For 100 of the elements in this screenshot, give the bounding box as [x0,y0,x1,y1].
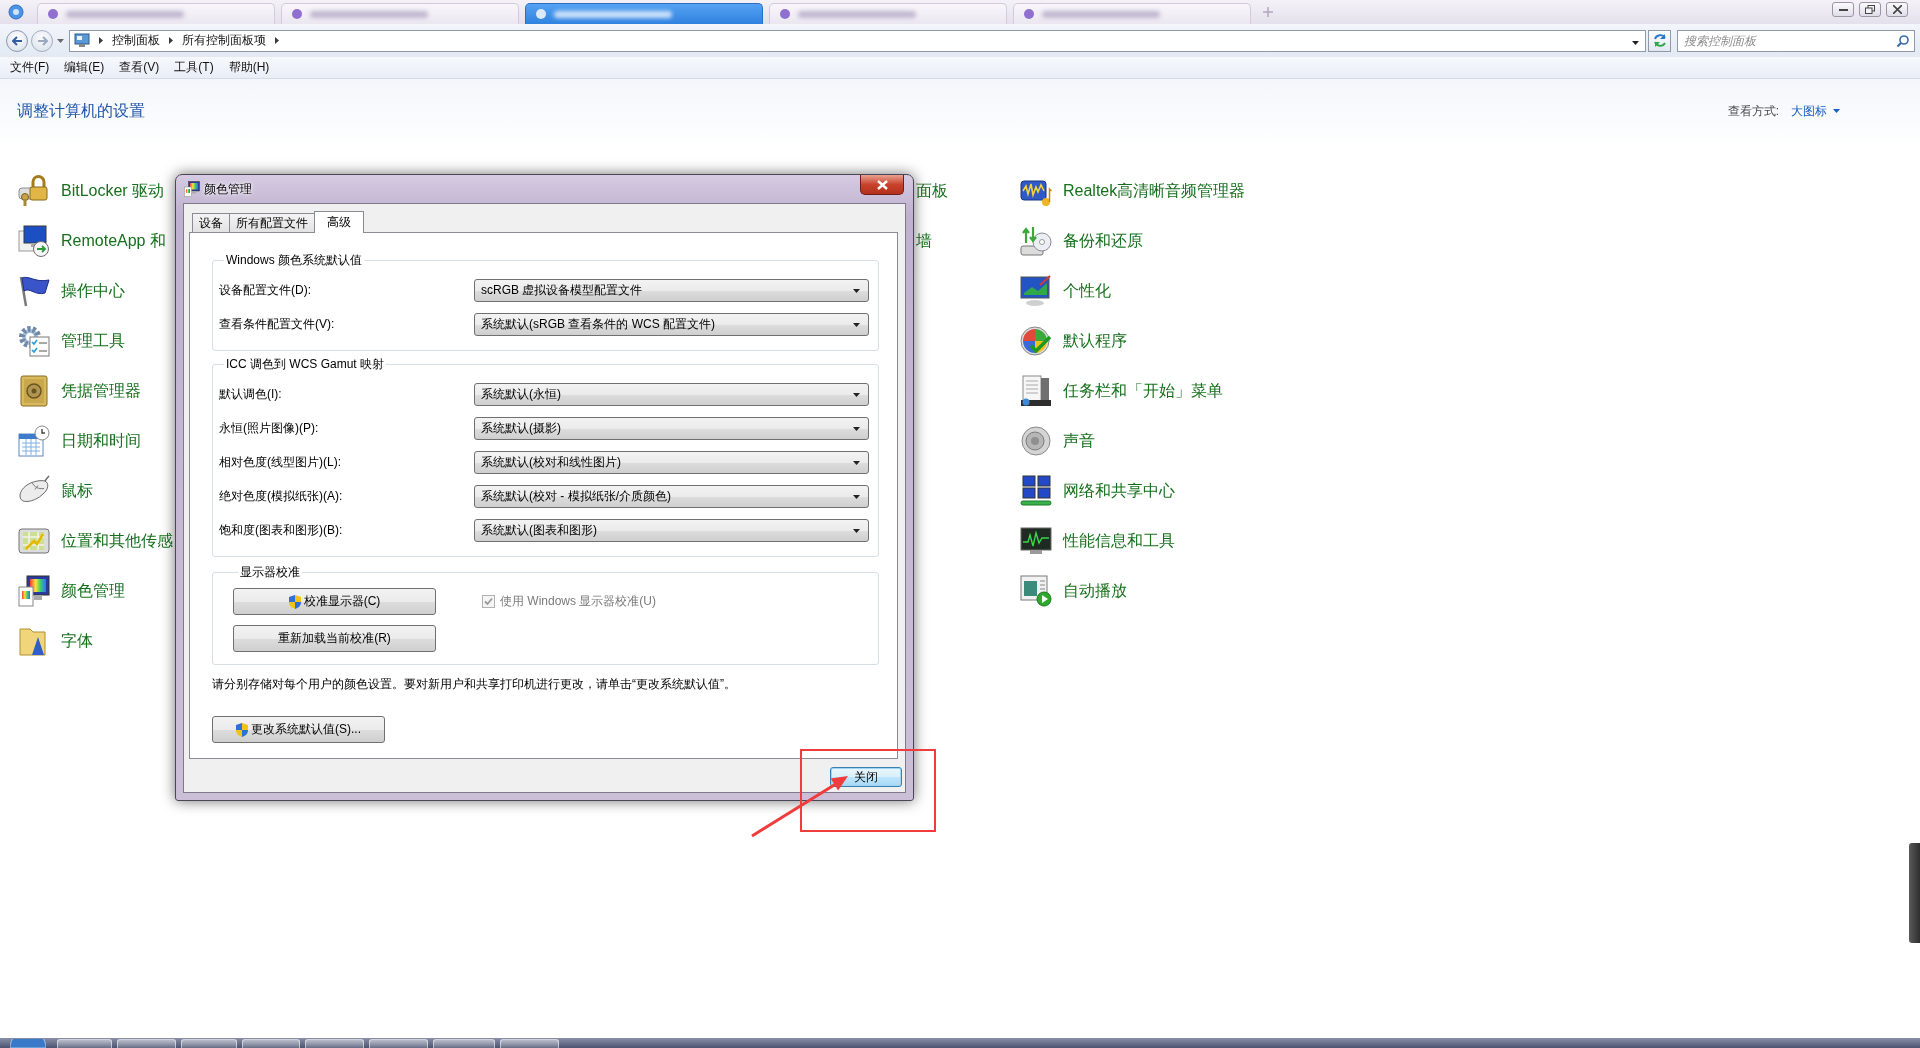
dot-icon [292,9,302,19]
close-icon [1892,5,1902,14]
profile-dropdown[interactable]: 系统默认(图表和图形) [474,519,869,542]
profile-dropdown[interactable]: scRGB 虚拟设备模型配置文件 [474,279,869,302]
control-panel-item[interactable]: 自动播放 [1020,575,1127,607]
check-orb-icon [1020,325,1052,357]
profile-dropdown[interactable]: 系统默认(校对和线性图片) [474,451,869,474]
field-label: 默认调色(I): [219,386,283,403]
menu-item[interactable]: 查看(V) [113,59,166,76]
close-dialog-button[interactable]: 关闭 [830,767,902,787]
control-panel-item[interactable]: 个性化 [1020,275,1111,307]
tab[interactable]: 所有配置文件 [229,213,315,232]
control-panel-item[interactable]: 声音 [1020,425,1095,457]
taskbar-button[interactable] [305,1039,364,1048]
control-panel-item[interactable]: 日期和时间 [18,425,141,457]
chevron-icon [169,37,173,44]
field-label: 相对色度(线型图片)(L): [219,454,342,471]
change-defaults-button[interactable]: 更改系统默认值(S)... [212,716,385,743]
control-panel-item[interactable]: 位置和其他传感 [18,525,173,557]
profile-dropdown[interactable]: 系统默认(摄影) [474,417,869,440]
restore-icon [1865,5,1875,14]
calendar-clock-icon [18,425,50,457]
menu-item[interactable]: 编辑(E) [58,59,111,76]
profile-dropdown[interactable]: 系统默认(校对 - 模拟纸张/介质颜色) [474,485,869,508]
group-title: 显示器校准 [239,565,301,579]
caret-icon [1833,109,1840,113]
control-panel-item[interactable]: BitLocker 驱动 [18,175,165,207]
control-panel-link[interactable]: 墙 [916,230,932,252]
menu-item[interactable]: 帮助(H) [222,59,276,76]
restore-button[interactable] [1859,2,1881,17]
safe-icon [18,375,50,407]
calibration-button[interactable]: 重新加载当前校准(R) [233,625,436,652]
taskbar-button[interactable] [181,1039,237,1048]
menu-item[interactable]: 工具(T) [168,59,220,76]
caret-icon [853,494,860,499]
dot-icon [1024,9,1034,19]
control-panel-item[interactable]: 操作中心 [18,275,125,307]
gear-checklist-icon [18,325,50,357]
control-panel-item[interactable]: 性能信息和工具 [1020,525,1175,557]
menu-item[interactable]: 文件(F) [4,59,56,76]
profile-dropdown[interactable]: 系统默认(sRGB 查看条件的 WCS 配置文件) [474,313,869,336]
dialog-title: 颜色管理 [204,180,252,198]
field-label: 设备配置文件(D): [219,282,312,299]
control-panel-link[interactable]: 面板 [916,180,948,202]
refresh-button[interactable] [1648,29,1671,52]
shield-icon [236,722,248,737]
monitor-icon [1020,275,1052,307]
minimize-button[interactable] [1832,2,1854,17]
breadcrumb-link[interactable]: 所有控制面板项 [182,32,266,49]
speaker-icon [1020,425,1052,457]
caret-icon [853,288,860,293]
address-field[interactable]: 控制面板 所有控制面板项 [69,29,1646,52]
control-panel-item[interactable]: 颜色管理 [18,575,125,607]
control-panel-item[interactable]: 网络和共享中心 [1020,475,1175,507]
page-title: 调整计算机的设置 [17,100,145,121]
close-button[interactable] [860,175,904,195]
caret-icon [853,528,860,533]
taskbar-button[interactable] [117,1039,176,1048]
control-panel-item[interactable]: 管理工具 [18,325,125,357]
tab[interactable]: 设备 [192,213,230,232]
calibration-button[interactable]: 校准显示器(C) [233,588,436,615]
taskbar-button[interactable] [242,1039,300,1048]
control-panel-item[interactable]: RemoteApp 和 [18,225,166,257]
caret-icon [1632,40,1639,45]
control-panel-item[interactable]: 凭据管理器 [18,375,141,407]
field-label: 查看条件配置文件(V): [219,316,336,333]
monitor-icon [74,33,90,48]
info-text: 请分别存储对每个用户的颜色设置。要对新用户和共享打印机进行更改，请单击“更改系统默认值”。 [212,677,737,691]
caret-icon [57,38,64,43]
back-button[interactable] [6,29,28,52]
taskbar-button[interactable] [500,1039,559,1048]
close-button[interactable] [1886,2,1908,17]
control-panel-item[interactable]: 备份和还原 [1020,225,1143,257]
refresh-icon [1652,33,1667,48]
map-device-icon [18,525,50,557]
taskbar-button[interactable] [369,1039,428,1048]
network-icon [1020,475,1052,507]
breadcrumb-link[interactable]: 控制面板 [112,32,160,49]
control-panel-item[interactable]: 任务栏和「开始」菜单 [1020,375,1223,407]
control-panel-item[interactable]: 鼠标 [18,475,93,507]
view-mode-link[interactable]: 大图标 [1791,102,1840,120]
minimize-icon [1838,8,1848,11]
dot-icon [536,9,546,19]
drive-padlock-icon [18,175,50,207]
field-label: 永恒(照片图像)(P): [219,420,320,437]
field-label: 绝对色度(模拟纸张)(A): [219,488,344,505]
browser-tab[interactable] [525,3,763,24]
chevron-icon [275,37,279,44]
control-panel-item[interactable]: 默认程序 [1020,325,1127,357]
taskbar-button[interactable] [433,1039,495,1048]
taskbar-button[interactable] [57,1039,112,1048]
app-icon [8,4,24,20]
control-panel-item[interactable]: Realtek高清晰音频管理器 [1020,175,1246,207]
search-icon [1897,34,1909,47]
control-panel-item[interactable]: 字体 [18,625,93,657]
profile-dropdown[interactable]: 系统默认(永恒) [474,383,869,406]
tab[interactable]: 高级 [314,211,364,233]
search-field[interactable]: 搜索控制面板 [1677,29,1915,52]
activity-monitor-icon [1020,525,1052,557]
start-orb-icon [10,1039,46,1048]
